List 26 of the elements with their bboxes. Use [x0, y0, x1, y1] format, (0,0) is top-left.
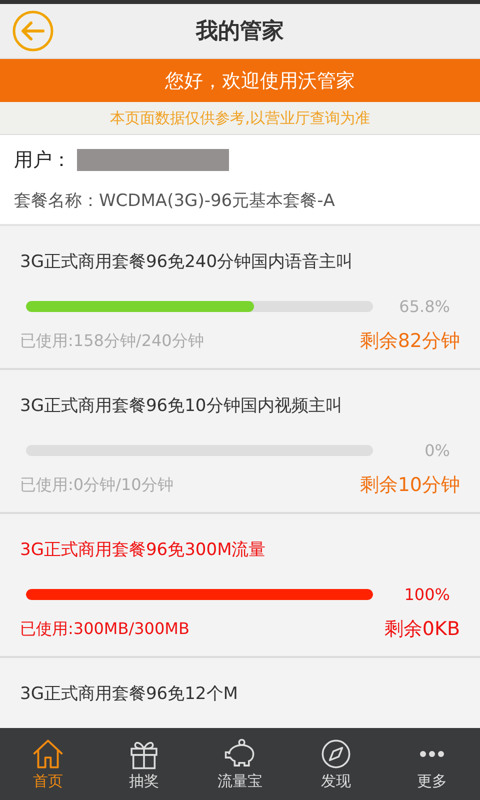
nav-tab[interactable]: 流量宝: [192, 728, 288, 800]
plan-name: 套餐名称：WCDMA(3G)-96元基本套餐-A: [14, 190, 336, 212]
nav-tab[interactable]: 抽奖: [96, 728, 192, 800]
remaining-text: 剩余0KB: [384, 617, 460, 642]
nav-tab[interactable]: 首页: [0, 728, 96, 800]
nav-tab[interactable]: 更多: [384, 728, 480, 800]
notice-text: 本页面数据仅供参考,以营业厅查询为准: [110, 108, 370, 128]
usage-percent: 65.8%: [399, 297, 450, 316]
usage-text: 已使用:158分钟/240分钟: [20, 330, 204, 352]
usage-text: 已使用:300MB/300MB: [20, 618, 190, 640]
package-title: 3G正式商用套餐96免240分钟国内语音主叫: [20, 251, 354, 273]
welcome-text: 您好，欢迎使用沃管家: [165, 68, 355, 94]
package-title: 3G正式商用套餐96免10分钟国内视频主叫: [20, 395, 344, 417]
user-label: 用户：: [14, 148, 71, 173]
page-title: 我的管家: [196, 18, 284, 46]
usage-percent: 100%: [404, 585, 450, 604]
remaining-text: 剩余10分钟: [360, 473, 460, 498]
package-title: 3G正式商用套餐96免12个M: [20, 683, 239, 705]
usage-percent: 0%: [424, 441, 450, 460]
remaining-text: 剩余82分钟: [360, 329, 460, 354]
home-icon: [30, 738, 66, 770]
nav-tab[interactable]: 发现: [288, 728, 384, 800]
package-title: 3G正式商用套餐96免300M流量: [20, 539, 267, 561]
more-icon: [420, 750, 444, 756]
back-icon[interactable]: [12, 10, 54, 52]
usage-text: 已使用:0分钟/10分钟: [20, 474, 174, 496]
